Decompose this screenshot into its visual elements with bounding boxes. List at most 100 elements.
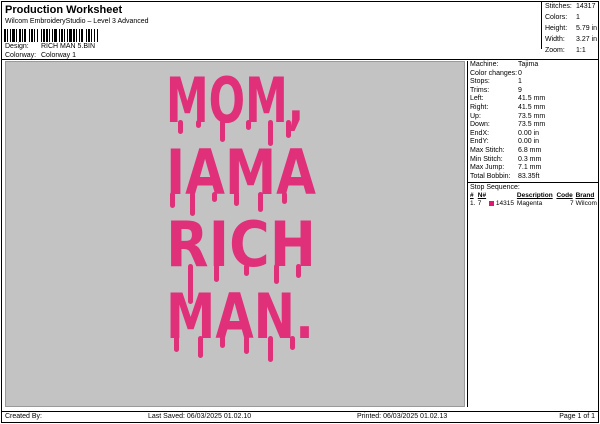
info-value: 0.00 in xyxy=(518,129,540,137)
paint-drip xyxy=(170,192,175,208)
info-label: EndY: xyxy=(470,138,489,146)
paint-drip xyxy=(188,264,193,304)
table-row: 1. 7 14315 Magenta 7 Wilcom xyxy=(470,200,597,208)
info-label: Trims: xyxy=(470,86,490,94)
lettering: MOM,IAMARICHMAN. xyxy=(166,64,316,362)
col-header: Code xyxy=(556,192,573,200)
info-value: 0.00 in xyxy=(518,138,540,146)
info-label: Left: xyxy=(470,95,484,103)
worksheet-header: Production Worksheet Wilcom EmbroiderySt… xyxy=(5,4,535,26)
col-header xyxy=(495,192,516,200)
info-label: Down: xyxy=(470,121,490,129)
info-value: Tajima xyxy=(518,61,539,68)
info-value: 9 xyxy=(518,86,522,94)
paint-drip xyxy=(282,192,287,204)
col-header: # xyxy=(470,192,474,200)
col-header xyxy=(488,192,495,200)
col-header: N# xyxy=(477,192,487,200)
embroidery-design: MOM,IAMARICHMAN. xyxy=(166,64,316,362)
stat-row: Colors: 1 xyxy=(542,13,598,24)
info-label: EndX: xyxy=(470,129,490,137)
created-by: Created By: xyxy=(5,413,42,420)
paint-drip xyxy=(258,192,263,212)
paint-drip xyxy=(174,336,179,352)
paint-drip xyxy=(196,120,201,128)
info-row: Left: 41.5 mm xyxy=(468,95,599,104)
info-value: 41.5 mm xyxy=(518,103,546,111)
header-divider xyxy=(2,59,598,60)
info-row: Color changes: 0 xyxy=(468,70,599,79)
stat-row: Height: 5.79 in xyxy=(542,24,598,35)
info-value: 7.1 mm xyxy=(518,164,542,172)
paint-drip xyxy=(234,192,239,206)
paint-drip xyxy=(244,264,249,276)
worksheet-title: Production Worksheet xyxy=(5,4,123,16)
info-label: Max Stitch: xyxy=(470,146,505,154)
info-label: Total Bobbin: xyxy=(470,172,511,180)
info-label: Machine: xyxy=(470,61,499,68)
paint-drip xyxy=(246,120,251,130)
paint-drip xyxy=(290,336,295,350)
info-row: Max Jump: 7.1 mm xyxy=(468,164,599,173)
info-value: 0 xyxy=(518,69,522,77)
paint-drip xyxy=(178,120,183,134)
info-row: Min Stitch: 0.3 mm xyxy=(468,156,599,165)
info-row: Down: 73.5 mm xyxy=(468,121,599,130)
paint-drip xyxy=(286,120,291,138)
info-value: 41.5 mm xyxy=(518,95,546,103)
info-label: Stops: xyxy=(470,78,490,86)
info-row: Machine: Tajima xyxy=(468,61,599,70)
info-value: 73.5 mm xyxy=(518,121,546,129)
design-value: RICH MAN 5.BIN xyxy=(41,43,96,50)
paint-drip xyxy=(198,336,203,358)
paint-drip xyxy=(214,264,219,282)
software-name: Wilcom EmbroideryStudio – Level 3 Advanc… xyxy=(5,18,149,25)
paint-drip xyxy=(268,120,273,146)
info-row: EndX: 0.00 in xyxy=(468,130,599,139)
production-worksheet: Production Worksheet Wilcom EmbroiderySt… xyxy=(1,1,599,423)
info-label: Color changes: xyxy=(470,69,518,77)
info-row: Total Bobbin: 83.35ft xyxy=(468,173,599,182)
info-label: Right: xyxy=(470,103,489,111)
info-label: Up: xyxy=(470,112,481,120)
paint-drip xyxy=(296,264,301,278)
paint-drip xyxy=(268,336,273,362)
info-label: Max Jump: xyxy=(470,164,505,172)
stat-row: Stitches: 14317 xyxy=(542,2,598,13)
info-row: Trims: 9 xyxy=(468,87,599,96)
col-header: Brand xyxy=(575,192,595,200)
stop-sequence-title: Stop Sequence: xyxy=(470,184,520,192)
design-label: Design: xyxy=(5,43,29,50)
thread-swatch xyxy=(488,201,494,207)
stop-sequence-table: # N# Description Code Brand 1. 7 14315 M… xyxy=(469,192,599,208)
printed-date: Printed: 06/03/2025 01.02.13 xyxy=(357,413,448,420)
design-row: Design: RICH MAN 5.BIN xyxy=(5,43,95,51)
info-row: EndY: 0.00 in xyxy=(468,138,599,147)
paint-drip xyxy=(244,336,249,354)
barcode xyxy=(4,29,132,42)
stat-row: Width: 3.27 in xyxy=(542,35,598,46)
info-row: Up: 73.5 mm xyxy=(468,113,599,122)
paint-drip xyxy=(220,120,225,142)
machine-info-panel: Machine: Tajima Color changes: 0 Stops: 1 Trim… xyxy=(467,61,599,407)
last-saved: Last Saved: 06/03/2025 01.02.10 xyxy=(148,413,252,420)
info-value: 0.3 mm xyxy=(518,155,542,163)
design-preview: MOM, IAMA RICH MAN. xyxy=(5,61,465,407)
info-value: 6.8 mm xyxy=(518,146,542,154)
info-row: Max Stitch: 6.8 mm xyxy=(468,147,599,156)
info-value: 73.5 mm xyxy=(518,112,546,120)
paint-drip xyxy=(274,264,279,284)
info-value: 1 xyxy=(518,78,522,86)
paint-drip xyxy=(212,192,217,202)
col-header: Description xyxy=(516,192,553,200)
design-text-line: IAMA xyxy=(166,136,316,209)
info-value: 83.35ft xyxy=(518,172,540,180)
info-row: Stops: 1 xyxy=(468,78,599,87)
design-text-line: MOM, xyxy=(166,64,304,137)
info-label: Min Stitch: xyxy=(470,155,503,163)
paint-drip xyxy=(220,336,225,348)
page-number: Page 1 of 1 xyxy=(559,413,595,420)
footer: Created By: Last Saved: 06/03/2025 01.02… xyxy=(2,411,598,422)
paint-drip xyxy=(190,192,195,216)
info-row: Right: 41.5 mm xyxy=(468,104,599,113)
